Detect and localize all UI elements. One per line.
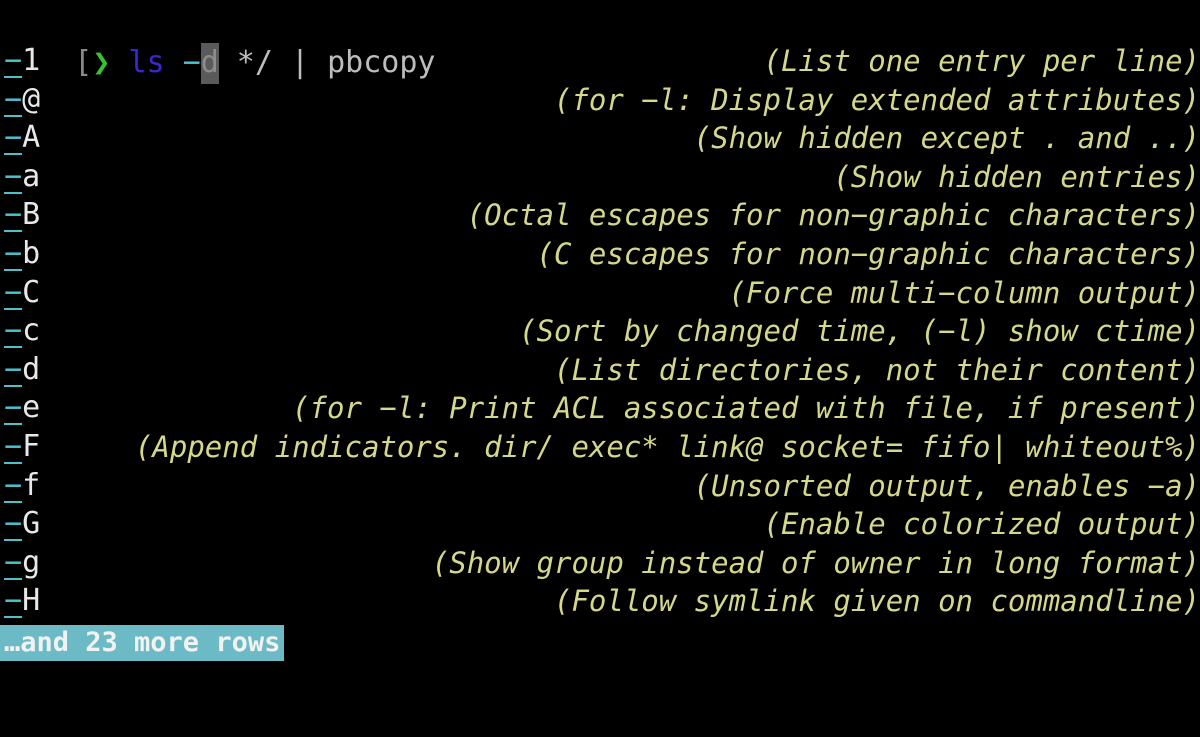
option-dash: − [4, 390, 22, 425]
option-letter: B [22, 197, 40, 232]
option-letter: A [22, 120, 40, 155]
option-letter: c [22, 313, 40, 348]
completion-row[interactable]: −c (Sort by changed time, (−l) show ctim… [0, 312, 1200, 351]
option-token[interactable]: −e [4, 389, 40, 428]
option-description: (List one entry per line) [764, 42, 1200, 81]
option-dash: − [4, 313, 22, 348]
completion-row[interactable]: −f (Unsorted output, enables −a) [0, 467, 1200, 506]
completion-row[interactable]: −1 (List one entry per line) [0, 42, 1200, 81]
option-description: (Show hidden except . and ..) [694, 119, 1200, 158]
option-token[interactable]: −b [4, 235, 40, 274]
option-letter: 1 [22, 43, 40, 78]
option-letter: f [22, 468, 40, 503]
completion-row[interactable]: −e (for −l: Print ACL associated with fi… [0, 389, 1200, 428]
option-description: (Append indicators. dir/ exec* link@ soc… [135, 428, 1200, 467]
option-token[interactable]: −H [4, 582, 40, 621]
option-dash: − [4, 82, 22, 117]
option-letter: F [22, 429, 40, 464]
option-dash: − [4, 159, 22, 194]
terminal-window: [❯ ls −d */ | pbcopy −1 (List one entry … [0, 0, 1200, 661]
option-letter: @ [22, 82, 40, 117]
more-rows-status-bar[interactable]: …and 23 more rows [0, 625, 284, 661]
option-token[interactable]: −G [4, 505, 40, 544]
option-description: (for −l: Print ACL associated with file,… [292, 389, 1200, 428]
option-description: (C escapes for non−graphic characters) [537, 235, 1200, 274]
option-token[interactable]: −A [4, 119, 40, 158]
completion-row[interactable]: −C (Force multi−column output) [0, 274, 1200, 313]
completion-menu[interactable]: −1 (List one entry per line) −@ (for −l:… [0, 42, 1200, 621]
option-description: (Force multi−column output) [729, 274, 1200, 313]
option-dash: − [4, 197, 22, 232]
completion-row[interactable]: −d (List directories, not their content) [0, 351, 1200, 390]
option-letter: b [22, 236, 40, 271]
option-dash: − [4, 352, 22, 387]
option-description: (Show group instead of owner in long for… [432, 544, 1200, 583]
completion-row[interactable]: −B (Octal escapes for non−graphic charac… [0, 196, 1200, 235]
option-description: (Sort by changed time, (−l) show ctime) [519, 312, 1200, 351]
option-token[interactable]: −f [4, 467, 40, 506]
completion-row[interactable]: −g (Show group instead of owner in long … [0, 544, 1200, 583]
option-dash: − [4, 583, 22, 618]
option-letter: g [22, 545, 40, 580]
option-token[interactable]: −B [4, 196, 40, 235]
option-description: (Enable colorized output) [764, 505, 1200, 544]
option-description: (Octal escapes for non−graphic character… [467, 196, 1200, 235]
option-description: (Show hidden entries) [833, 158, 1200, 197]
option-dash: − [4, 429, 22, 464]
option-token[interactable]: −c [4, 312, 40, 351]
completion-row[interactable]: −a (Show hidden entries) [0, 158, 1200, 197]
shell-prompt-line[interactable]: [❯ ls −d */ | pbcopy [0, 0, 1200, 42]
option-letter: G [22, 506, 40, 541]
option-token[interactable]: −C [4, 274, 40, 313]
option-token[interactable]: −d [4, 351, 40, 390]
option-letter: C [22, 275, 40, 310]
completion-row[interactable]: −G (Enable colorized output) [0, 505, 1200, 544]
option-token[interactable]: −g [4, 544, 40, 583]
option-dash: − [4, 120, 22, 155]
option-dash: − [4, 43, 22, 78]
option-token[interactable]: −1 [4, 42, 40, 81]
option-letter: e [22, 390, 40, 425]
option-token[interactable]: −@ [4, 81, 40, 120]
option-dash: − [4, 236, 22, 271]
completion-row[interactable]: −H (Follow symlink given on commandline) [0, 582, 1200, 621]
completion-row[interactable]: −A (Show hidden except . and ..) [0, 119, 1200, 158]
option-token[interactable]: −F [4, 428, 40, 467]
option-description: (Follow symlink given on commandline) [554, 582, 1200, 621]
option-description: (List directories, not their content) [554, 351, 1200, 390]
option-dash: − [4, 468, 22, 503]
option-letter: d [22, 352, 40, 387]
option-letter: a [22, 159, 40, 194]
completion-row[interactable]: −F (Append indicators. dir/ exec* link@ … [0, 428, 1200, 467]
option-dash: − [4, 545, 22, 580]
option-description: (for −l: Display extended attributes) [554, 81, 1200, 120]
completion-row[interactable]: −@ (for −l: Display extended attributes) [0, 81, 1200, 120]
option-letter: H [22, 583, 40, 618]
option-token[interactable]: −a [4, 158, 40, 197]
option-description: (Unsorted output, enables −a) [694, 467, 1200, 506]
option-dash: − [4, 506, 22, 541]
completion-row[interactable]: −b (C escapes for non−graphic characters… [0, 235, 1200, 274]
option-dash: − [4, 275, 22, 310]
